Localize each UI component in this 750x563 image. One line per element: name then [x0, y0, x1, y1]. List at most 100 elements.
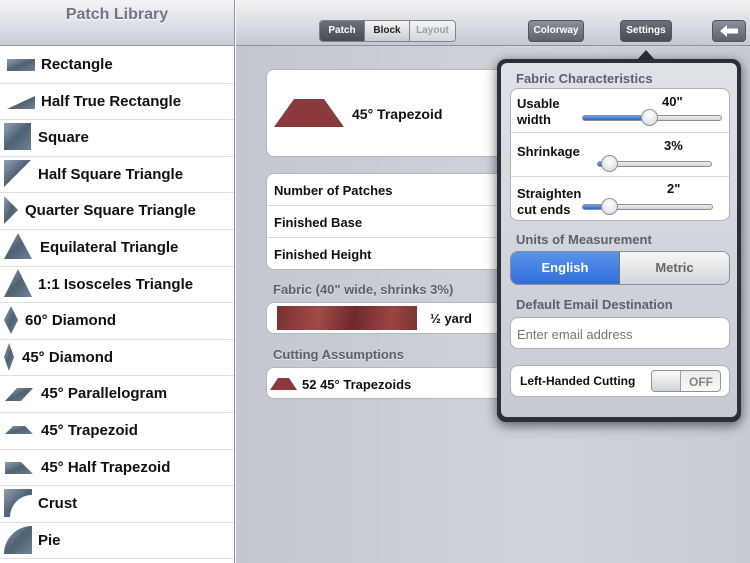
list-item-isosceles-triangle[interactable]: 1:1 Isosceles Triangle: [0, 267, 234, 304]
list-item-label: Square: [38, 129, 89, 147]
list-item-equilateral-triangle[interactable]: Equilateral Triangle: [0, 230, 234, 267]
usable-width-label: Usable width: [517, 96, 560, 127]
shrinkage-value: 3%: [664, 138, 683, 153]
fabric-characteristics-title: Fabric Characteristics: [516, 71, 653, 86]
fabric-card[interactable]: ½ yard: [266, 302, 516, 334]
list-item-rectangle[interactable]: Rectangle: [0, 47, 234, 84]
row-number-of-patches[interactable]: Number of Patches: [267, 174, 515, 206]
list-item-label: Quarter Square Triangle: [25, 202, 196, 220]
list-item-label: Half True Rectangle: [41, 92, 182, 110]
email-title: Default Email Destination: [516, 297, 673, 312]
row-finished-height[interactable]: Finished Height: [267, 238, 515, 270]
list-item-label: Half Square Triangle: [38, 165, 184, 183]
sidebar-header: Patch Library: [0, 0, 234, 46]
email-field-card: [510, 317, 730, 349]
isosceles-triangle-icon: [4, 268, 32, 297]
list-item-trapezoid[interactable]: 45° Trapezoid: [0, 413, 234, 450]
colorway-button[interactable]: Colorway: [528, 20, 584, 42]
list-item-diamond-45[interactable]: 45° Diamond: [0, 340, 234, 377]
list-item-quarter-square-triangle[interactable]: Quarter Square Triangle: [0, 193, 234, 230]
settings-button[interactable]: Settings: [620, 20, 672, 42]
fabric-amount: ½ yard: [430, 311, 472, 326]
row-label: Finished Height: [274, 247, 372, 262]
list-item-label: 1:1 Isosceles Triangle: [38, 275, 194, 293]
usable-width-slider[interactable]: [582, 109, 722, 126]
left-handed-label: Left-Handed Cutting: [520, 374, 636, 388]
patch-preview-card: 45° Trapezoid: [266, 69, 516, 157]
email-input[interactable]: [517, 325, 722, 343]
list-item-parallelogram[interactable]: 45° Parallelogram: [0, 376, 234, 413]
list-item-half-square-triangle[interactable]: Half Square Triangle: [0, 157, 234, 194]
back-button[interactable]: [712, 20, 746, 42]
usable-width-value: 40": [662, 94, 683, 109]
patch-dimensions-card: Number of Patches Finished Base Finished…: [266, 173, 516, 270]
list-item-diamond-60[interactable]: 60° Diamond: [0, 303, 234, 340]
toolbar: Patch Block Layout Colorway Settings: [236, 0, 750, 46]
back-arrow-icon: [720, 25, 738, 37]
slider-thumb[interactable]: [600, 198, 618, 215]
segment-layout[interactable]: Layout: [410, 21, 455, 41]
crust-icon: [4, 489, 32, 518]
diamond-60-icon: [4, 306, 18, 335]
slider-thumb[interactable]: [641, 109, 659, 126]
cutting-section-title: Cutting Assumptions: [273, 347, 404, 362]
list-item-label: 60° Diamond: [25, 312, 117, 330]
settings-popover: Fabric Characteristics Usable width 40" …: [497, 59, 741, 422]
cutting-summary: 52 45° Trapezoids: [302, 377, 412, 392]
list-item-label: 45° Half Trapezoid: [41, 458, 171, 476]
trapezoid-fabric-icon: [274, 99, 344, 127]
pie-icon: [4, 525, 32, 554]
list-item-label: Equilateral Triangle: [40, 239, 179, 256]
list-item-label: Pie: [38, 531, 61, 549]
trapezoid-fabric-icon: [270, 378, 297, 390]
trapezoid-icon: [5, 426, 33, 434]
half-true-rectangle-icon: [7, 95, 35, 109]
straighten-slider[interactable]: [582, 198, 713, 215]
units-segmented-control: English Metric: [510, 251, 730, 285]
shrinkage-slider[interactable]: [597, 155, 712, 172]
list-item-square[interactable]: Square: [0, 120, 234, 157]
segment-block[interactable]: Block: [365, 21, 410, 41]
straighten-row: Straighten cut ends 2": [511, 177, 729, 221]
shrinkage-label: Shrinkage: [517, 144, 580, 159]
units-metric[interactable]: Metric: [620, 252, 729, 284]
left-handed-card: Left-Handed Cutting OFF: [510, 365, 730, 397]
row-label: Number of Patches: [274, 183, 393, 198]
fabric-swatch: [277, 306, 417, 330]
list-item-crust[interactable]: Crust: [0, 486, 234, 523]
segment-patch[interactable]: Patch: [320, 21, 365, 41]
row-finished-base[interactable]: Finished Base: [267, 206, 515, 238]
square-icon: [4, 123, 31, 151]
list-item-label: Crust: [38, 495, 78, 513]
units-english[interactable]: English: [511, 252, 620, 284]
fabric-section-title: Fabric (40" wide, shrinks 3%): [273, 282, 454, 297]
patch-name: 45° Trapezoid: [352, 106, 443, 122]
quarter-square-triangle-icon: [4, 196, 18, 225]
half-square-triangle-icon: [4, 159, 31, 187]
cutting-card[interactable]: 52 45° Trapezoids: [266, 367, 516, 399]
list-item-label: 45° Trapezoid: [41, 422, 138, 439]
usable-width-row: Usable width 40": [511, 89, 729, 133]
row-label: Finished Base: [274, 215, 363, 230]
patch-library-sidebar: Patch Library Rectangle Half True Rectan…: [0, 0, 235, 563]
list-item-label: 45° Parallelogram: [41, 385, 168, 403]
list-item-half-true-rectangle[interactable]: Half True Rectangle: [0, 84, 234, 121]
units-title: Units of Measurement: [516, 232, 652, 247]
list-item-label: 45° Diamond: [22, 348, 114, 366]
toggle-state: OFF: [689, 375, 713, 389]
list-item-half-trapezoid[interactable]: 45° Half Trapezoid: [0, 450, 234, 487]
fabric-characteristics-card: Usable width 40" Shrinkage 3% Straighten…: [510, 88, 730, 221]
diamond-45-icon: [4, 342, 14, 371]
straighten-label: Straighten cut ends: [517, 186, 582, 217]
left-handed-toggle[interactable]: OFF: [651, 370, 721, 392]
toggle-knob: [652, 371, 681, 391]
list-item-pie[interactable]: Pie: [0, 523, 234, 560]
parallelogram-icon: [5, 388, 33, 402]
half-trapezoid-icon: [5, 461, 33, 474]
shrinkage-row: Shrinkage 3%: [511, 133, 729, 177]
view-segmented-control: Patch Block Layout: [319, 20, 456, 42]
rectangle-icon: [7, 59, 35, 71]
sidebar-title: Patch Library: [65, 6, 169, 23]
list-item-label: Rectangle: [41, 56, 113, 73]
slider-thumb[interactable]: [601, 155, 619, 172]
